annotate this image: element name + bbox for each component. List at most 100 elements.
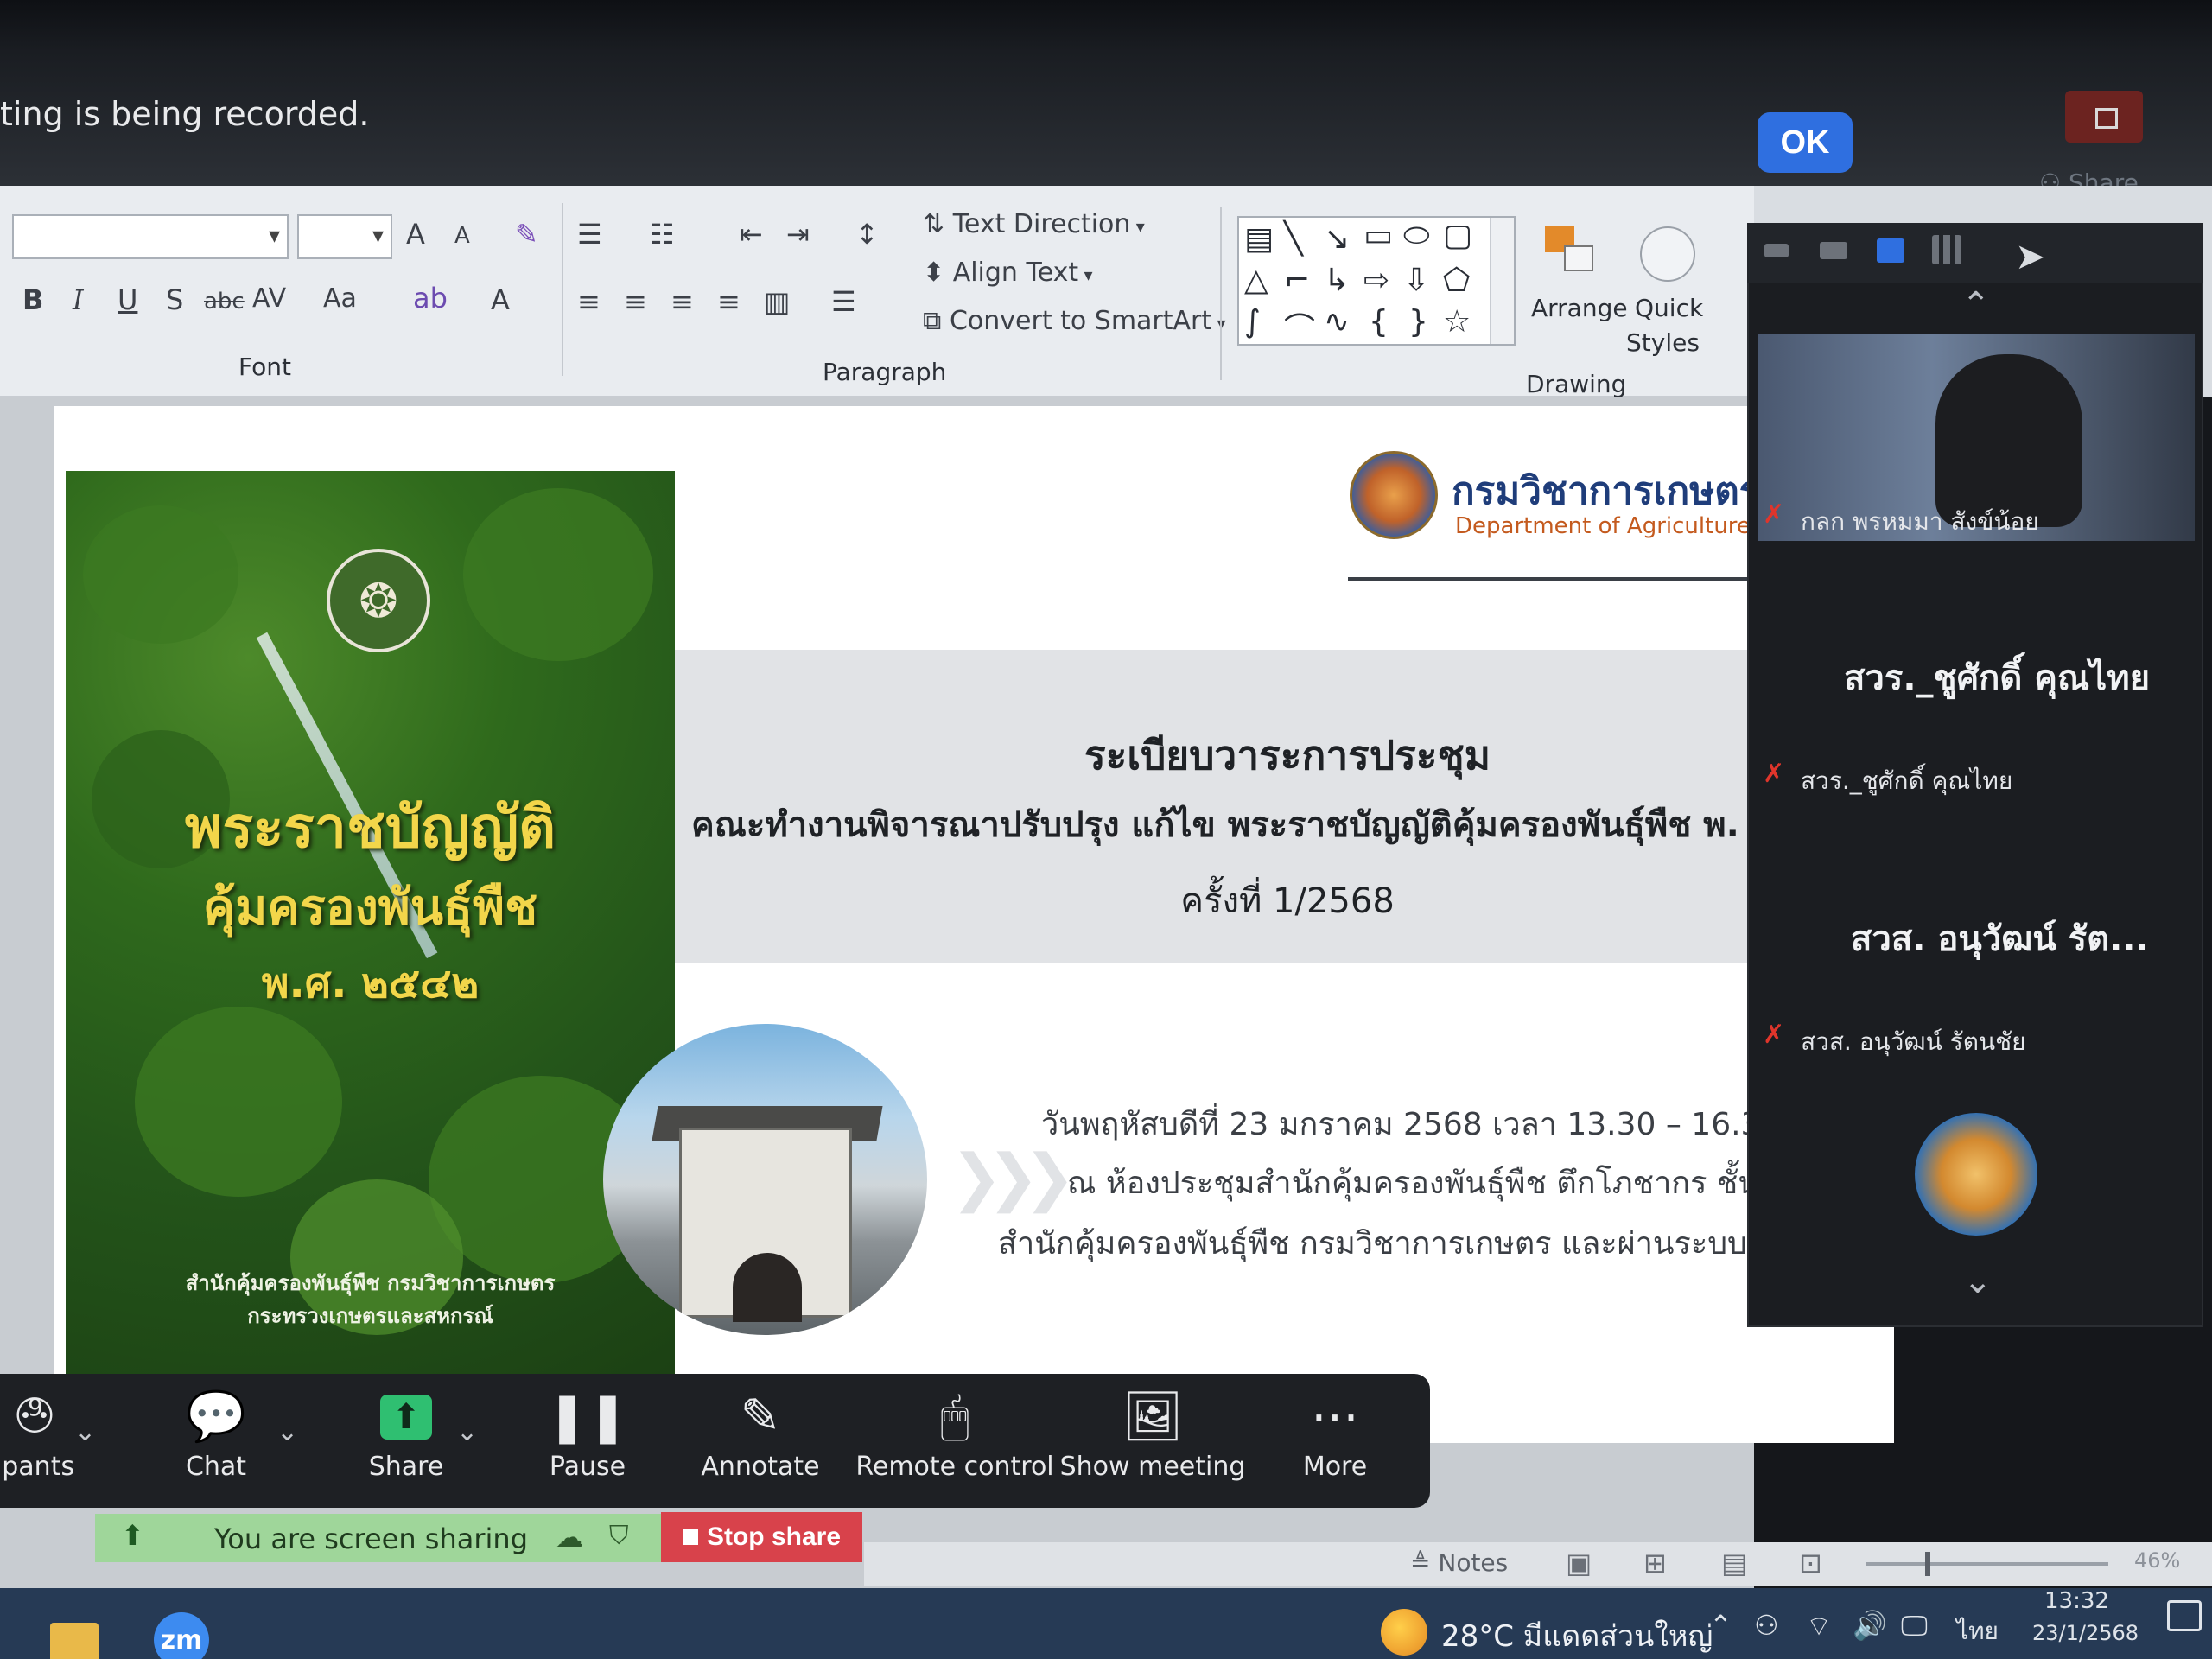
chevron-up-icon[interactable]: ⌃ [1709, 1609, 1732, 1642]
align-text-button[interactable]: ⬍ Align Text ▾ [923, 257, 1093, 288]
highlight-icon[interactable]: ab [413, 282, 448, 315]
notes-icon: ≜ [1410, 1548, 1439, 1577]
paragraph-group-label: Paragraph [823, 358, 947, 386]
pause-share-button[interactable]: ❚❚ Pause [536, 1382, 639, 1503]
elbow-connector-shape-icon[interactable]: ⌐ [1284, 263, 1310, 298]
notification-icon[interactable] [2167, 1600, 2202, 1631]
distributed-icon[interactable]: ☰ [831, 285, 856, 318]
ok-button[interactable]: OK [1758, 112, 1853, 173]
annotate-button[interactable]: ✎ Annotate [691, 1382, 830, 1503]
font-name-combobox[interactable] [12, 214, 289, 259]
line-spacing-icon[interactable]: ↕ [855, 218, 879, 251]
weather-sun-icon[interactable] [1381, 1609, 1427, 1656]
italic-button[interactable]: I [73, 283, 84, 316]
clock-date[interactable]: 23/1/2568 [2032, 1621, 2139, 1645]
chevron-down-icon[interactable]: ⌄ [276, 1417, 298, 1447]
align-right-icon[interactable]: ≡ [671, 285, 694, 318]
act-book-cover-image: ❂ พระราชบัญญัติ คุ้มครองพันธุ์พืช พ.ศ. ๒… [66, 471, 675, 1404]
input-language[interactable]: ไทย [1956, 1612, 1999, 1650]
strikethrough-button[interactable]: abc [204, 289, 245, 315]
quick-styles-label-2[interactable]: Styles [1626, 328, 1700, 357]
convert-smartart-button[interactable]: ⧉ Convert to SmartArt ▾ [923, 306, 1226, 336]
slideshow-icon[interactable]: ⊡ [1799, 1547, 1822, 1580]
restore-window-icon[interactable] [2065, 91, 2143, 143]
increase-indent-icon[interactable]: ⇥ [786, 218, 810, 251]
zoom-slider[interactable] [1866, 1562, 2108, 1566]
triangle-shape-icon[interactable]: △ [1244, 263, 1268, 298]
character-spacing-button[interactable]: AV [252, 283, 286, 314]
freeform-shape-icon[interactable]: ⬠ [1443, 263, 1470, 298]
elbow-arrow-shape-icon[interactable]: ↳ [1324, 263, 1350, 298]
share-button[interactable]: ⬆ Share [354, 1382, 458, 1503]
text-direction-button[interactable]: ⇅ Text Direction ▾ [923, 209, 1145, 239]
font-color-button[interactable]: A [491, 283, 510, 316]
curve-shape-icon[interactable]: ∫ [1244, 304, 1261, 340]
numbering-icon[interactable]: ☷ [650, 218, 675, 251]
weather-text[interactable]: 28°C มีแดดส่วนใหญ่ [1441, 1612, 1713, 1659]
scroll-down-icon[interactable]: ⌄ [1963, 1262, 1993, 1301]
show-meeting-button[interactable]: 🖼 Show meeting [1060, 1382, 1246, 1503]
right-brace-shape-icon[interactable]: } [1408, 304, 1428, 340]
remote-control-button[interactable]: 🖱 Remote control [855, 1382, 1053, 1503]
quick-styles-icon[interactable] [1640, 226, 1695, 282]
quick-styles-label[interactable]: Quick [1635, 294, 1703, 322]
decrease-indent-icon[interactable]: ⇤ [740, 218, 763, 251]
grow-font-button[interactable]: A [406, 218, 425, 251]
align-left-icon[interactable]: ≡ [577, 285, 601, 318]
meet-now-icon[interactable]: ⚇ [1754, 1609, 1779, 1642]
zoom-slider-thumb[interactable] [1925, 1552, 1930, 1576]
font-size-combobox[interactable] [297, 214, 392, 259]
rounded-rect-shape-icon[interactable]: ▢ [1443, 218, 1472, 253]
strip-view-icon[interactable] [1877, 238, 1904, 263]
chevron-down-icon[interactable]: ⌄ [456, 1417, 478, 1447]
shadow-button[interactable]: S [166, 283, 183, 316]
justify-icon[interactable]: ≡ [717, 285, 741, 318]
rectangle-shape-icon[interactable]: ▭ [1363, 218, 1393, 253]
shapes-gallery[interactable]: ▤ ╲ ↘ ▭ ⬭ ▢ △ ⌐ ↳ ⇨ ⇩ ⬠ ∫ ⌒ ∿ { } ☆ [1237, 216, 1516, 346]
scroll-up-icon[interactable]: ⌃ [1961, 285, 1991, 325]
slide-sorter-icon[interactable]: ⊞ [1643, 1547, 1667, 1580]
minimize-panel-icon[interactable] [1764, 244, 1789, 257]
department-logo [1350, 451, 1438, 539]
chevrons-decoration-icon: ❯❯❯ [950, 1141, 1076, 1213]
wifi-icon[interactable]: ⌔ [1806, 1609, 1832, 1643]
star-shape-icon[interactable]: ☆ [1443, 304, 1471, 340]
shrink-font-button[interactable]: A [454, 223, 470, 249]
arrange-icon[interactable] [1545, 226, 1600, 278]
align-center-icon[interactable]: ≡ [624, 285, 647, 318]
clock-time[interactable]: 13:32 [2044, 1588, 2109, 1614]
change-case-button[interactable]: Aa [323, 283, 357, 314]
book-title-line-3: พ.ศ. ๒๕๔๒ [261, 959, 480, 1007]
gallery-view-icon[interactable] [1932, 235, 1961, 264]
arrange-label[interactable]: Arrange [1531, 294, 1628, 322]
display-icon[interactable]: 🖵 [1901, 1609, 1928, 1643]
right-arrow-shape-icon[interactable]: ⇨ [1363, 263, 1389, 298]
participants-button[interactable]: ⚇ ipants [0, 1382, 74, 1503]
normal-view-icon[interactable]: ▣ [1566, 1547, 1592, 1580]
stop-share-button[interactable]: Stop share [661, 1512, 862, 1562]
line-shape-icon[interactable]: ╲ [1284, 221, 1303, 257]
reading-view-icon[interactable]: ▤ [1721, 1547, 1747, 1580]
shapes-gallery-scroll[interactable] [1490, 218, 1514, 344]
chevron-down-icon[interactable]: ⌄ [74, 1417, 96, 1447]
bullets-icon[interactable]: ☰ [577, 218, 602, 251]
clear-formatting-icon[interactable]: ✎ [515, 218, 538, 251]
arrow-line-shape-icon[interactable]: ↘ [1324, 221, 1350, 257]
notes-button[interactable]: ≜ Notes [1410, 1548, 1508, 1577]
zoom-level[interactable]: 46% [2134, 1548, 2180, 1573]
oval-shape-icon[interactable]: ⬭ [1403, 218, 1430, 254]
volume-icon[interactable]: 🔊 [1853, 1609, 1887, 1642]
wave-shape-icon[interactable]: ∿ [1324, 304, 1350, 340]
bold-button[interactable]: B [22, 283, 43, 316]
chat-button[interactable]: 💬 Chat [164, 1382, 268, 1503]
text-box-shape-icon[interactable]: ▤ [1244, 221, 1274, 257]
more-button[interactable]: ⋯ More [1279, 1382, 1391, 1503]
participant-tile-name: สวส. อนุวัฒน์ รัต... [1851, 919, 2149, 959]
arc-shape-icon[interactable]: ⌒ [1284, 304, 1315, 344]
file-explorer-icon[interactable] [50, 1623, 99, 1659]
down-arrow-shape-icon[interactable]: ⇩ [1403, 263, 1429, 298]
left-brace-shape-icon[interactable]: { [1369, 304, 1389, 340]
speaker-view-icon[interactable] [1820, 242, 1847, 259]
underline-button[interactable]: U [118, 283, 137, 316]
columns-icon[interactable]: ▥ [764, 285, 790, 318]
